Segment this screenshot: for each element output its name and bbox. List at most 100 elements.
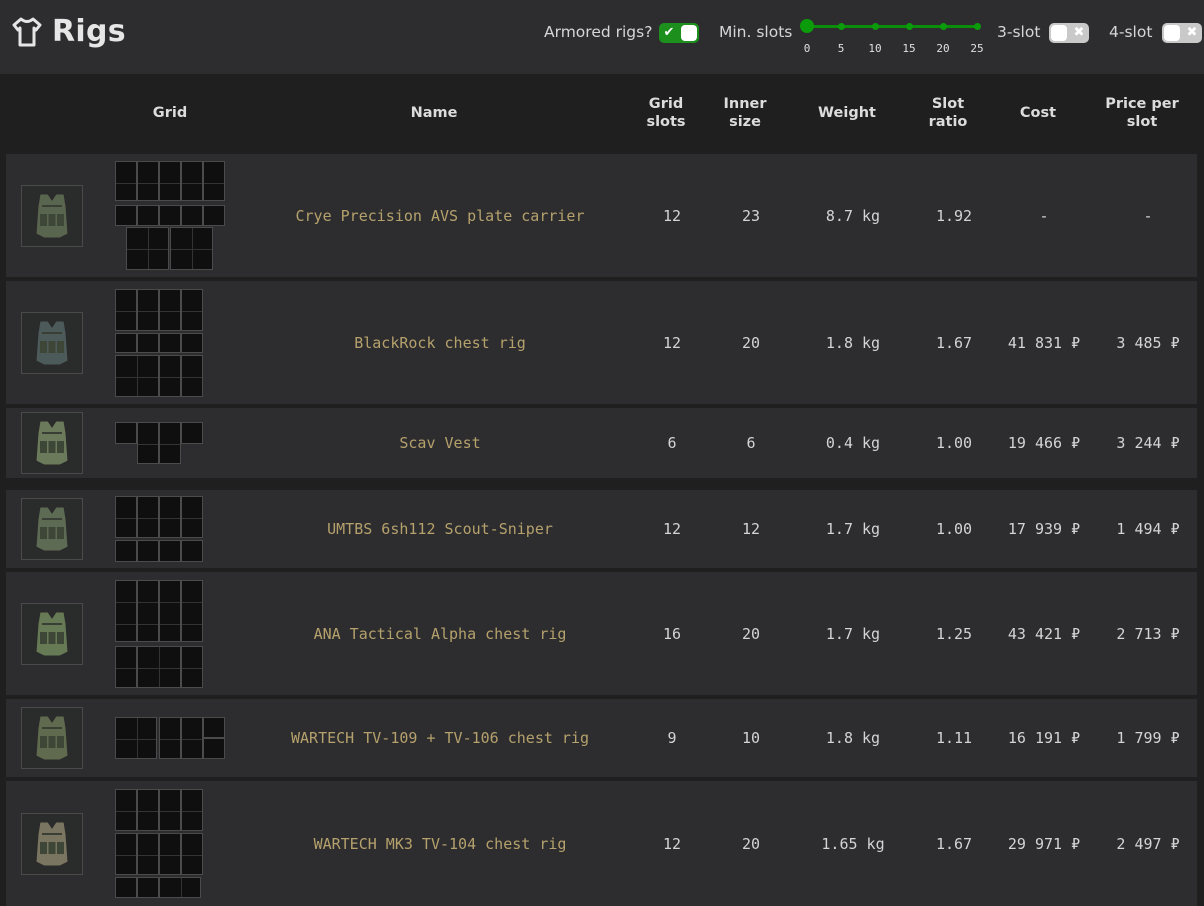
min-slots-slider[interactable]: 0 5 10 15 20 25 [800, 18, 990, 58]
grid-cell [203, 161, 225, 201]
slider-step-dot[interactable] [940, 23, 947, 30]
chest-rig-icon[interactable] [21, 312, 83, 374]
cell-weight: 1.8 kg [825, 729, 881, 747]
cell-price-per-slot: 2 713 ₽ [1116, 624, 1180, 643]
cell-name[interactable]: ANA Tactical Alpha chest rig [240, 572, 640, 695]
column-header-cost[interactable]: Cost [990, 74, 1086, 152]
grid-cell [115, 789, 137, 831]
toggle-knob [681, 25, 697, 41]
grid-cell [115, 333, 137, 353]
table-row[interactable]: ANA Tactical Alpha chest rig 16 20 1.7 kg 1.… [6, 572, 1197, 695]
cell-name[interactable]: WARTECH TV-109 + TV-106 chest rig [240, 699, 640, 777]
grid-cell [159, 333, 181, 353]
toggle-knob [1164, 25, 1180, 41]
grid-cell [115, 833, 137, 875]
grid-cell [159, 540, 181, 562]
cell-inner-size: 12 [741, 520, 761, 538]
grid-cell [159, 161, 181, 201]
grid-cell [203, 738, 225, 759]
table-header: Grid Name Grid slots Inner size Weight S… [0, 74, 1204, 152]
grid-cell [159, 833, 181, 875]
vest-icon[interactable] [21, 412, 83, 474]
grid-cell [159, 289, 181, 331]
column-header-inner-size[interactable]: Inner size [710, 74, 780, 152]
cell-slot-ratio: 1.00 [935, 520, 973, 538]
column-header-price-per-slot[interactable]: Price per slot [1092, 74, 1192, 152]
cell-name[interactable]: WARTECH MK3 TV-104 chest rig [240, 781, 640, 906]
page-header: Rigs Armored rigs? ✔ Min. slots 0 5 10 15 20… [0, 0, 1204, 72]
column-header-weight[interactable]: Weight [797, 74, 897, 152]
cell-weight: 1.7 kg [825, 624, 881, 643]
cell-grid-slots: 9 [667, 729, 677, 747]
grid-cell [137, 833, 159, 875]
table-row[interactable]: Crye Precision AVS plate carrier 12 23 8.7 … [6, 154, 1197, 277]
cell-grid-slots: 16 [662, 624, 682, 643]
grid-cell [159, 580, 181, 642]
table-row[interactable]: WARTECH MK3 TV-104 chest rig 12 20 1.65 kg 1… [6, 781, 1197, 906]
grid-cell [181, 355, 203, 397]
column-header-grid[interactable]: Grid [110, 74, 230, 152]
cell-name[interactable]: Crye Precision AVS plate carrier [240, 154, 640, 277]
grid-cell [181, 289, 203, 331]
grid-cell [159, 717, 181, 759]
close-icon: ✖ [1073, 25, 1085, 40]
chest-rig-icon[interactable] [21, 813, 83, 875]
cell-price-per-slot: 3 485 ₽ [1116, 333, 1180, 352]
min-slots-label: Min. slots [719, 23, 793, 41]
table-row[interactable]: WARTECH TV-109 + TV-106 chest rig 9 10 1.8 … [6, 699, 1197, 777]
grid-cell [137, 333, 159, 353]
cell-weight: 8.7 kg [825, 206, 881, 225]
armored-rigs-toggle[interactable]: ✔ [659, 23, 699, 43]
page-title-text: Rigs [52, 14, 126, 49]
slot3-toggle[interactable]: ✖ [1049, 23, 1089, 43]
table-row[interactable]: BlackRock chest rig 12 20 1.8 kg 1.67 41 831 … [6, 281, 1197, 404]
plate-carrier-icon[interactable] [21, 185, 83, 247]
cell-grid-slots: 12 [662, 520, 682, 538]
grid-cell [115, 422, 137, 444]
column-header-name[interactable]: Name [234, 74, 634, 152]
cell-grid-slots: 12 [662, 206, 682, 225]
chest-rig-icon[interactable] [21, 603, 83, 665]
cell-grid-slots: 12 [662, 333, 682, 352]
grid-cell [115, 161, 137, 201]
slider-step-dot[interactable] [906, 23, 913, 30]
slider-track[interactable] [806, 25, 978, 28]
slider-step-dot[interactable] [872, 23, 879, 30]
grid-cell [181, 205, 203, 226]
cell-grid-slots: 6 [667, 434, 677, 452]
cell-inner-size: 20 [741, 624, 761, 643]
cell-slot-ratio: 1.25 [935, 624, 973, 643]
grid-cell [115, 580, 137, 642]
cell-inner-size: 10 [741, 729, 761, 747]
grid-cell [181, 580, 203, 642]
cell-grid-slots: 12 [662, 834, 682, 853]
cell-name[interactable]: BlackRock chest rig [240, 281, 640, 404]
slot3-label: 3-slot [997, 23, 1041, 41]
grid-cell [181, 646, 203, 688]
slider-tick-label: 5 [837, 42, 845, 55]
grid-cell [181, 496, 203, 538]
table-row[interactable]: UMTBS 6sh112 Scout-Sniper 12 12 1.7 kg 1.00 1… [6, 490, 1197, 568]
slider-tick-label: 15 [902, 42, 916, 55]
grid-cell [126, 227, 169, 270]
cell-price-per-slot: 1 799 ₽ [1116, 729, 1180, 747]
grid-cell [181, 833, 203, 875]
column-header-slot-ratio[interactable]: Slot ratio [915, 74, 981, 152]
slider-step-dot[interactable] [838, 23, 845, 30]
column-header-grid-slots[interactable]: Grid slots [636, 74, 696, 152]
slider-step-dot[interactable] [974, 23, 981, 30]
chest-rig-icon[interactable] [21, 707, 83, 769]
cell-name[interactable]: Scav Vest [240, 408, 640, 478]
chest-rig-icon[interactable] [21, 498, 83, 560]
cell-weight: 1.8 kg [825, 333, 881, 352]
slider-handle[interactable] [800, 19, 814, 33]
cell-slot-ratio: 1.00 [935, 434, 973, 452]
table-row[interactable]: Scav Vest 6 6 0.4 kg 1.00 19 466 ₽ 3 244 ₽ [6, 408, 1197, 478]
cell-inner-size: 20 [741, 333, 761, 352]
slider-tick-label: 0 [803, 42, 811, 55]
cell-slot-ratio: 1.11 [935, 729, 973, 747]
cell-price-per-slot: 3 244 ₽ [1116, 434, 1180, 452]
grid-cell [137, 877, 159, 898]
cell-name[interactable]: UMTBS 6sh112 Scout-Sniper [240, 490, 640, 568]
slot4-toggle[interactable]: ✖ [1162, 23, 1202, 43]
